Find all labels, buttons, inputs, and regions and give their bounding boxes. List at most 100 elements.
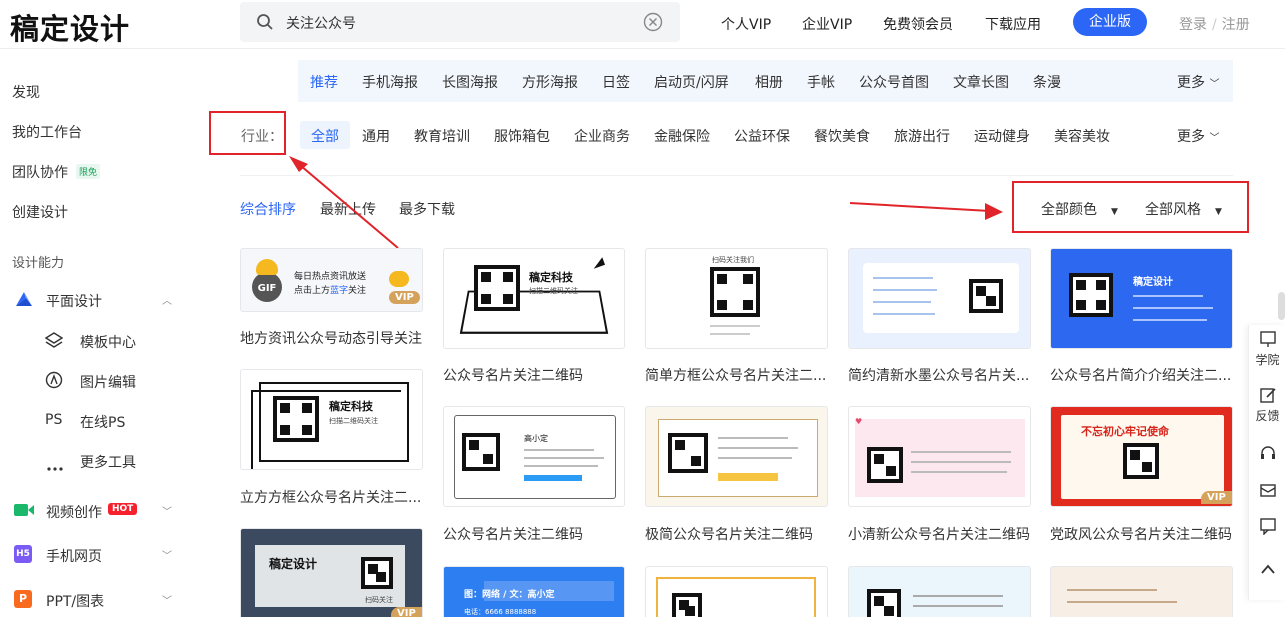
nav-enterprise-vip[interactable]: 企业VIP xyxy=(802,14,852,34)
sidebar-item-video[interactable]: 视频创作 xyxy=(46,502,102,522)
industry-item[interactable]: 运动健身 xyxy=(974,126,1030,146)
category-item[interactable]: 文章长图 xyxy=(953,72,1009,92)
industry-item[interactable]: 公益环保 xyxy=(734,126,790,146)
text-line xyxy=(911,461,1011,463)
category-item[interactable]: 手机海报 xyxy=(362,72,418,92)
register-link[interactable]: 注册 xyxy=(1222,17,1250,33)
headset-icon[interactable] xyxy=(1250,444,1285,465)
qr-code xyxy=(474,265,520,311)
template-card[interactable]: 不忘初心牢记使命 VIP xyxy=(1050,406,1233,507)
chevron-up-icon[interactable]: ︿ xyxy=(162,292,172,307)
color-filter[interactable]: 全部颜色 ▼ xyxy=(1041,199,1118,219)
category-item[interactable]: 相册 xyxy=(755,72,783,92)
login-link[interactable]: 登录 xyxy=(1179,17,1207,33)
category-item[interactable]: 条漫 xyxy=(1033,72,1061,92)
sidebar-item-template-center[interactable]: 模板中心 xyxy=(80,332,136,352)
back-to-top-icon[interactable] xyxy=(1250,562,1285,579)
sidebar-item-more-tools[interactable]: 更多工具 xyxy=(80,452,136,472)
template-card[interactable] xyxy=(645,566,828,617)
template-card[interactable]: 稿定科技 扫描二维码关注 xyxy=(240,369,423,470)
card-title[interactable]: 公众号名片关注二维码 xyxy=(443,524,627,544)
clear-icon[interactable] xyxy=(643,12,663,36)
enterprise-button[interactable]: 企业版 xyxy=(1073,8,1147,36)
template-card[interactable] xyxy=(1050,566,1233,617)
card-text: 不忘初心牢记使命 xyxy=(1081,425,1169,438)
category-item[interactable]: 方形海报 xyxy=(522,72,578,92)
industry-item[interactable]: 金融保险 xyxy=(654,126,710,146)
card-title[interactable]: 简约清新水墨公众号名片关... xyxy=(848,365,1031,385)
nav-personal-vip[interactable]: 个人VIP xyxy=(721,14,771,34)
card-text: 图：网络 / 文：高小定 xyxy=(464,590,555,600)
card-title[interactable]: 党政风公众号名片关注二维码 xyxy=(1050,524,1233,544)
card-title[interactable]: 简单方框公众号名片关注二... xyxy=(645,365,829,385)
sidebar-item-workspace[interactable]: 我的工作台 xyxy=(12,122,82,142)
academy-button[interactable]: 学院 xyxy=(1250,330,1285,368)
template-card[interactable] xyxy=(848,566,1031,617)
template-card[interactable]: GIF 每日热点资讯放送 点击上方蓝字关注 VIP xyxy=(240,248,423,312)
chevron-down-icon: ﹀ xyxy=(1209,133,1220,144)
category-item[interactable]: 启动页/闪屏 xyxy=(654,72,729,92)
text-line xyxy=(718,447,798,449)
template-card[interactable]: 高小定 xyxy=(443,406,625,507)
search-input[interactable]: 关注公众号 xyxy=(286,13,356,33)
sidebar-item-create[interactable]: 创建设计 xyxy=(12,202,68,222)
card-text-highlight: 蓝字 xyxy=(330,286,349,296)
sidebar-item-image-edit[interactable]: 图片编辑 xyxy=(80,372,136,392)
nav-free-member[interactable]: 免费领会员 xyxy=(883,14,953,34)
scrollbar-handle[interactable] xyxy=(1278,292,1285,320)
sidebar-item-discover[interactable]: 发现 xyxy=(12,82,40,102)
sidebar-item-online-ps[interactable]: 在线PS xyxy=(80,412,125,432)
search-bar[interactable]: 关注公众号 xyxy=(240,2,680,42)
sidebar-item-team[interactable]: 团队协作 xyxy=(12,162,68,182)
sidebar-item-h5[interactable]: 手机网页 xyxy=(46,546,102,566)
chevron-down-icon[interactable]: ﹀ xyxy=(162,547,172,562)
category-item[interactable]: 手帐 xyxy=(807,72,835,92)
sort-default[interactable]: 综合排序 xyxy=(240,199,296,219)
template-card[interactable] xyxy=(848,248,1031,349)
sort-newest[interactable]: 最新上传 xyxy=(320,199,376,219)
text-line xyxy=(1133,319,1207,321)
template-card[interactable]: 稿定设计 xyxy=(1050,248,1233,349)
sidebar-item-flat-design[interactable]: 平面设计 xyxy=(46,291,102,311)
industry-item[interactable]: 旅游出行 xyxy=(894,126,950,146)
industry-all[interactable]: 全部 xyxy=(311,126,339,146)
template-card[interactable] xyxy=(645,406,828,507)
industry-item[interactable]: 服饰箱包 xyxy=(494,126,550,146)
industry-item[interactable]: 教育培训 xyxy=(414,126,470,146)
category-item[interactable]: 公众号首图 xyxy=(859,72,929,92)
template-card[interactable]: ♥ xyxy=(848,406,1031,507)
card-title[interactable]: 极简公众号名片关注二维码 xyxy=(645,524,829,544)
industry-item[interactable]: 通用 xyxy=(362,126,390,146)
category-more[interactable]: 更多 ﹀ xyxy=(1177,72,1219,92)
card-title[interactable]: 小清新公众号名片关注二维码 xyxy=(848,524,1031,544)
template-card[interactable]: 图：网络 / 文：高小定 电话：6666 8888888 xyxy=(443,566,625,617)
industry-item[interactable]: 企业商务 xyxy=(574,126,630,146)
logo[interactable]: 稿定设计 xyxy=(10,6,130,48)
qr-code xyxy=(462,433,500,471)
style-filter[interactable]: 全部风格 ▼ xyxy=(1145,199,1222,219)
nav-download-app[interactable]: 下载应用 xyxy=(985,14,1041,34)
category-item[interactable]: 长图海报 xyxy=(442,72,498,92)
card-title[interactable]: 立方方框公众号名片关注二... xyxy=(240,487,423,507)
category-recommend[interactable]: 推荐 xyxy=(310,72,338,92)
message-icon[interactable] xyxy=(1250,517,1285,538)
card-text: 稿定设计 xyxy=(269,557,318,571)
template-card[interactable]: 扫码关注我们 xyxy=(645,248,828,349)
template-card[interactable]: 稿定设计 扫码关注 VIP xyxy=(240,528,423,617)
card-title[interactable]: 公众号名片关注二维码 xyxy=(443,365,628,385)
card-title[interactable]: 公众号名片简介介绍关注二... xyxy=(1050,365,1233,385)
text-line xyxy=(1067,589,1157,591)
sort-most-download[interactable]: 最多下载 xyxy=(399,199,455,219)
chevron-down-icon[interactable]: ﹀ xyxy=(162,503,172,518)
template-card[interactable]: 稿定科技 扫描二维码关注 xyxy=(443,248,625,349)
mail-icon[interactable] xyxy=(1250,481,1285,502)
login-register: 登录 / 注册 xyxy=(1179,14,1250,34)
category-item[interactable]: 日签 xyxy=(602,72,630,92)
feedback-button[interactable]: 反馈 xyxy=(1250,386,1285,424)
card-title[interactable]: 地方资讯公众号动态引导关注 xyxy=(240,328,425,348)
industry-item[interactable]: 餐饮美食 xyxy=(814,126,870,146)
industry-more[interactable]: 更多 ﹀ xyxy=(1177,126,1219,146)
sidebar-item-ppt[interactable]: PPT/图表 xyxy=(46,591,104,611)
industry-item[interactable]: 美容美妆 xyxy=(1054,126,1110,146)
chevron-down-icon[interactable]: ﹀ xyxy=(162,592,172,607)
